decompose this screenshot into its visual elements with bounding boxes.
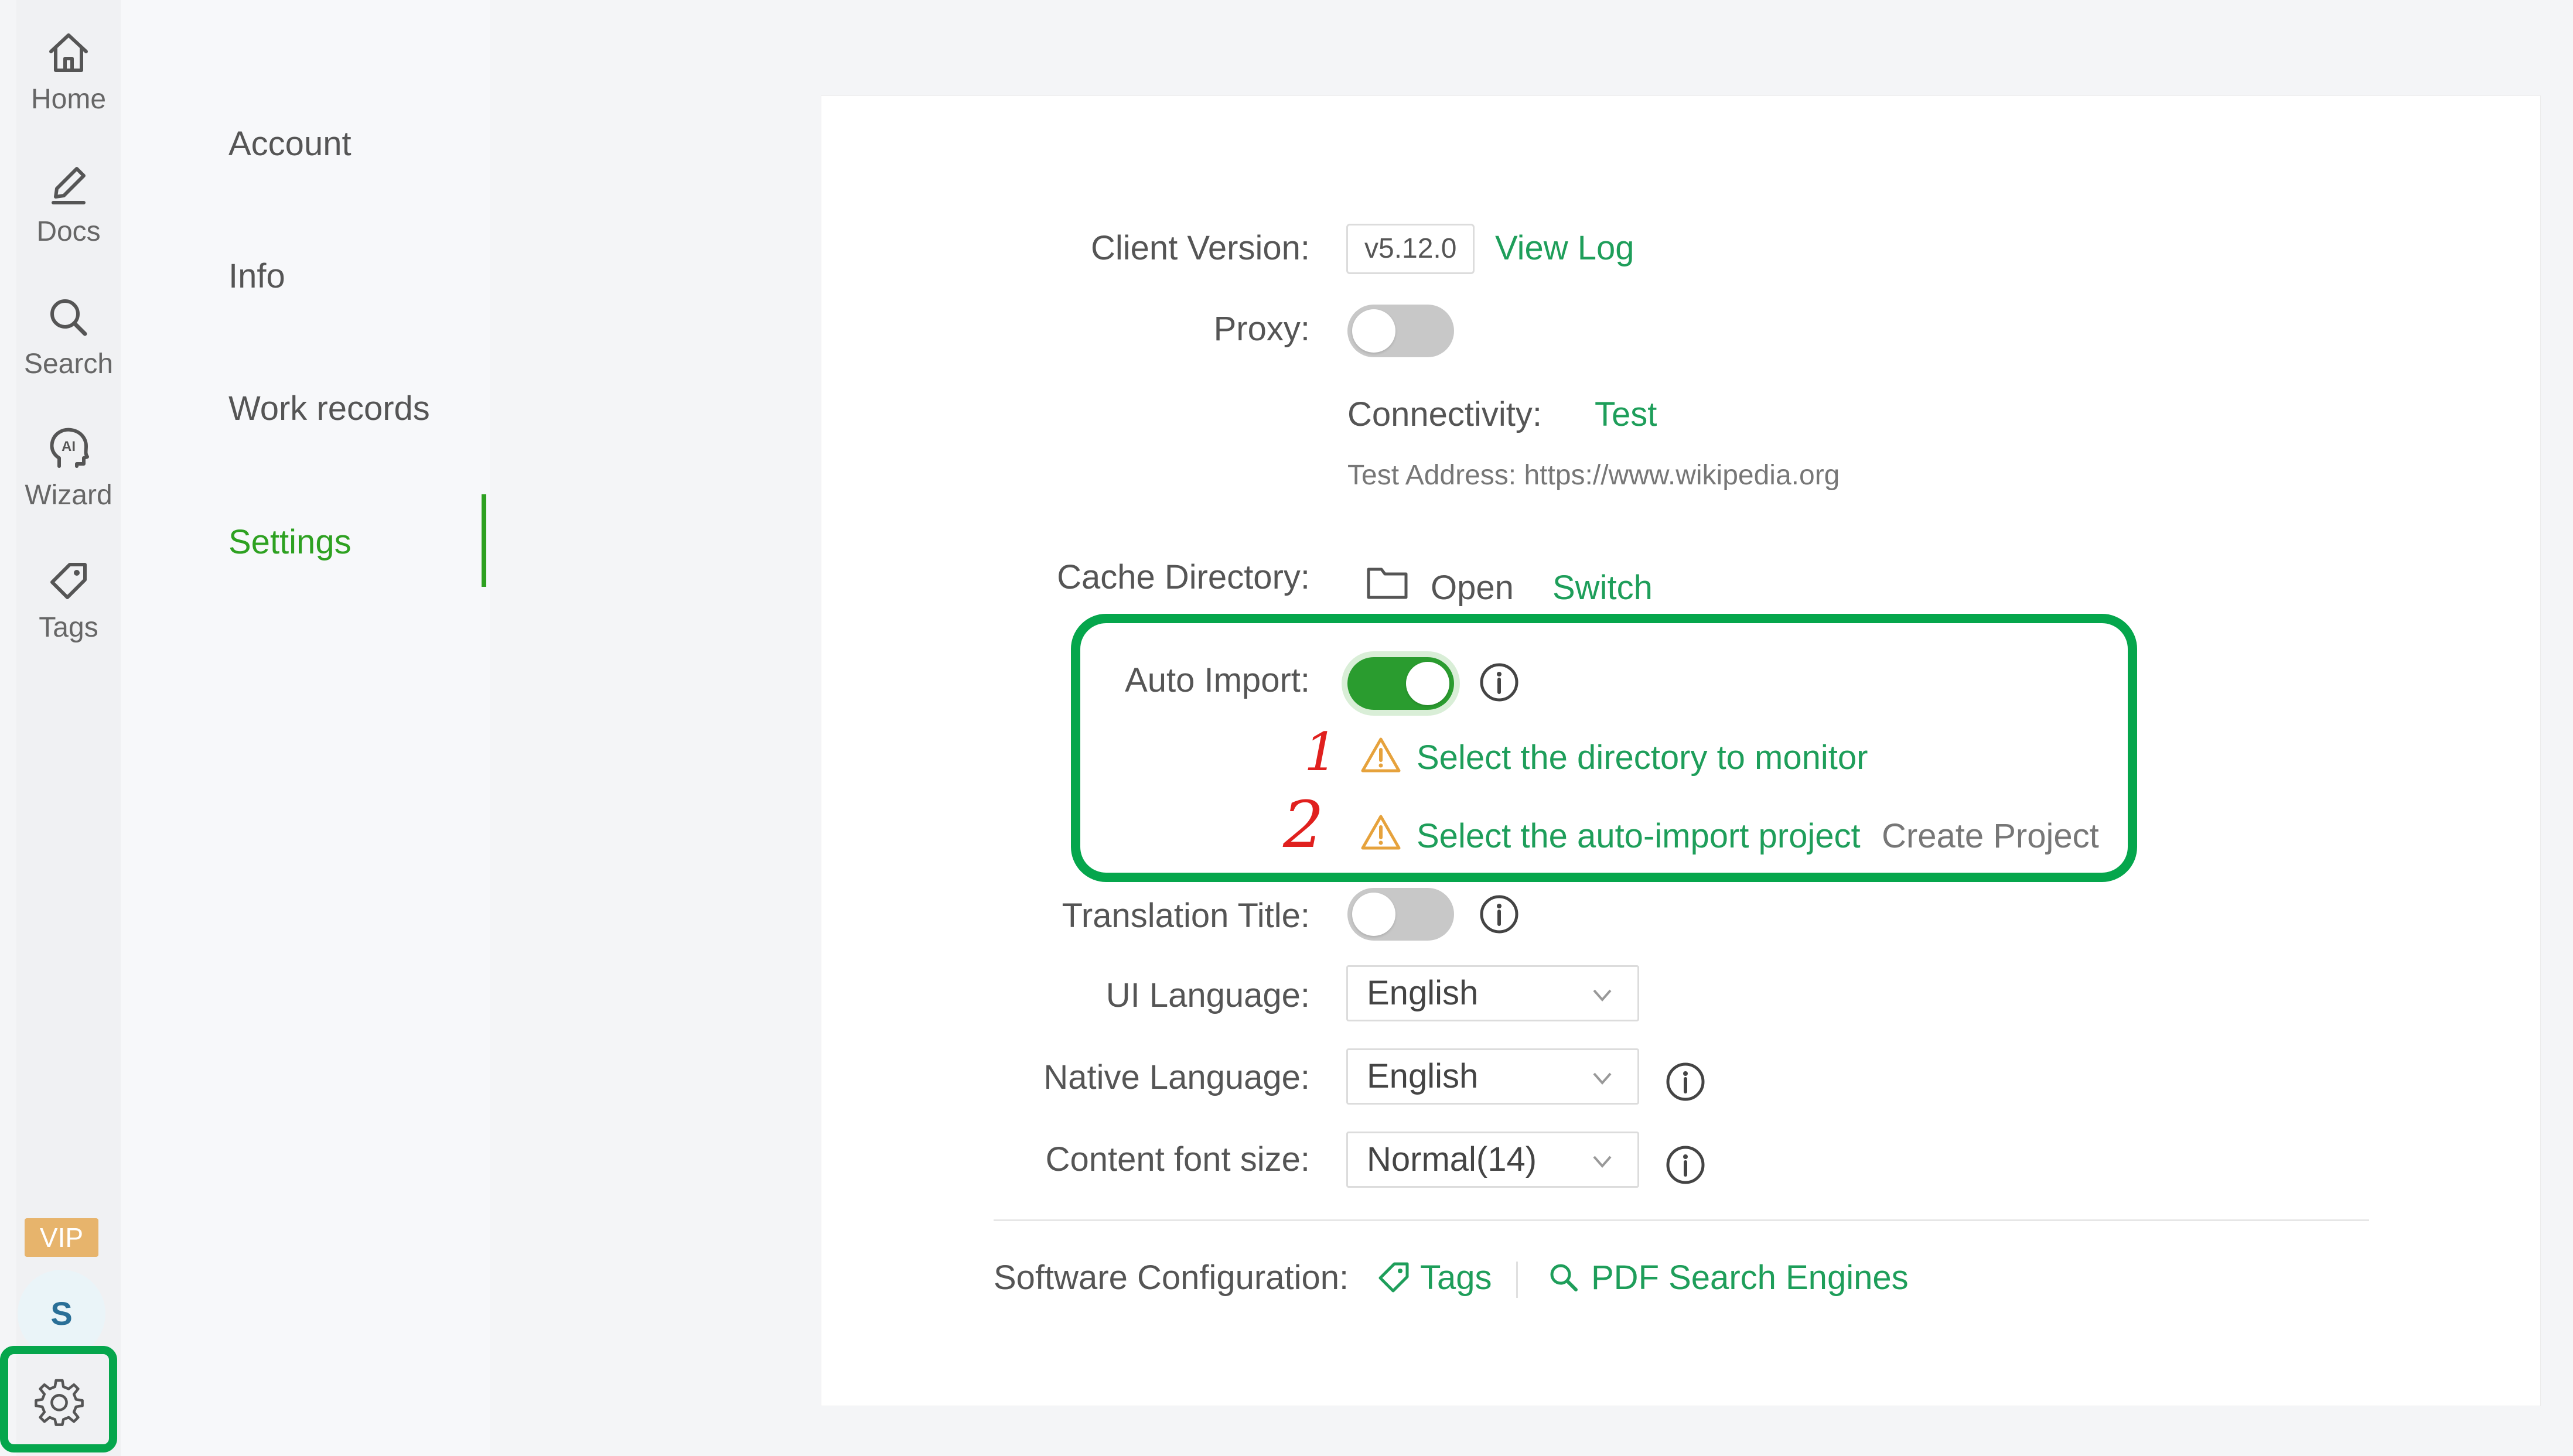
gear-icon — [35, 1379, 84, 1426]
chevron-down-icon — [1593, 1156, 1612, 1168]
search-icon — [50, 299, 87, 336]
ui-language-value: English — [1367, 974, 1479, 1012]
rail-item-label: Tags — [39, 612, 98, 643]
subnav-item-info[interactable]: Info — [228, 257, 285, 296]
config-tags-link[interactable]: Tags — [1420, 1258, 1492, 1297]
rail-item-label: Search — [23, 348, 114, 380]
icon-rail: Home Docs Search AI Wizard Tags VIP S — [16, 0, 121, 1456]
settings-rail-button[interactable] — [0, 1346, 117, 1452]
vip-badge[interactable]: VIP — [25, 1218, 98, 1257]
annotation-number-1: 1 — [1304, 722, 1338, 783]
proxy-label: Proxy: — [1213, 310, 1310, 348]
rail-item-search[interactable]: Search — [16, 288, 121, 380]
native-language-select[interactable]: English — [1346, 1048, 1639, 1105]
native-language-label: Native Language: — [1043, 1058, 1310, 1096]
annotation-number-2: 2 — [1283, 787, 1324, 862]
auto-import-toggle[interactable] — [1347, 657, 1454, 710]
rail-item-tags[interactable]: Tags — [16, 552, 121, 644]
section-divider — [994, 1219, 2369, 1221]
test-address: Test Address: https://www.wikipedia.org — [1347, 460, 1840, 491]
font-size-label: Content font size: — [1045, 1140, 1310, 1178]
settings-subnav: Account Info Work records Settings — [121, 0, 490, 1456]
search-icon — [1550, 1264, 1578, 1291]
connectivity-label: Connectivity: — [1347, 395, 1543, 433]
tag-icon — [1378, 1262, 1409, 1293]
toggle-knob — [1352, 309, 1395, 353]
folder-icon — [1367, 568, 1408, 599]
create-project-link[interactable]: Create Project — [1882, 816, 2099, 856]
rail-item-label: Docs — [36, 216, 101, 247]
client-version-value: v5.12.0 — [1346, 224, 1475, 274]
rail-item-home[interactable]: Home — [16, 23, 121, 115]
chevron-down-icon — [1593, 1072, 1612, 1085]
rail-item-wizard[interactable]: AI Wizard — [16, 419, 121, 511]
cache-directory-label: Cache Directory: — [1057, 558, 1310, 596]
tag-icon — [50, 563, 87, 599]
avatar[interactable]: S — [18, 1270, 105, 1358]
cache-open-button[interactable]: Open — [1431, 568, 1514, 607]
native-language-value: English — [1367, 1057, 1479, 1095]
ai-head-icon: AI — [50, 428, 89, 468]
connectivity-test-link[interactable]: Test — [1595, 395, 1657, 434]
ui-language-label: UI Language: — [1105, 976, 1310, 1014]
translation-title-label: Translation Title: — [1062, 897, 1310, 935]
warning-icon — [1361, 815, 1401, 850]
view-log-link[interactable]: View Log — [1495, 228, 1634, 268]
software-config-label: Software Configuration: — [994, 1259, 1349, 1297]
font-size-select[interactable]: Normal(14) — [1346, 1132, 1639, 1188]
font-size-value: Normal(14) — [1367, 1140, 1537, 1178]
pen-icon — [52, 167, 86, 204]
link-separator — [1516, 1262, 1518, 1298]
select-auto-import-project-link[interactable]: Select the auto-import project — [1417, 816, 1861, 856]
toggle-knob — [1352, 893, 1395, 936]
client-version-label: Client Version: — [1091, 229, 1310, 267]
cache-switch-button[interactable]: Switch — [1552, 568, 1653, 607]
config-pdf-search-link[interactable]: PDF Search Engines — [1591, 1258, 1909, 1297]
home-icon — [49, 33, 88, 72]
translation-title-toggle[interactable] — [1347, 888, 1454, 941]
warning-icon — [1361, 737, 1401, 773]
info-icon[interactable] — [1665, 1061, 1706, 1102]
rail-item-docs[interactable]: Docs — [16, 156, 121, 248]
ui-language-select[interactable]: English — [1346, 965, 1639, 1021]
subnav-item-account[interactable]: Account — [228, 124, 352, 163]
info-icon[interactable] — [1479, 894, 1520, 935]
active-indicator — [482, 494, 486, 587]
subnav-item-settings[interactable]: Settings — [228, 522, 352, 562]
toggle-knob — [1406, 662, 1449, 705]
info-icon[interactable] — [1479, 662, 1520, 703]
select-monitor-directory-link[interactable]: Select the directory to monitor — [1417, 738, 1868, 777]
auto-import-label: Auto Import: — [1125, 661, 1310, 699]
chevron-down-icon — [1593, 989, 1612, 1002]
proxy-toggle[interactable] — [1347, 305, 1454, 357]
info-icon[interactable] — [1665, 1144, 1706, 1185]
svg-text:AI: AI — [62, 439, 76, 454]
rail-item-label: Wizard — [25, 480, 112, 511]
rail-item-label: Home — [30, 84, 107, 115]
subnav-item-work-records[interactable]: Work records — [228, 389, 430, 428]
